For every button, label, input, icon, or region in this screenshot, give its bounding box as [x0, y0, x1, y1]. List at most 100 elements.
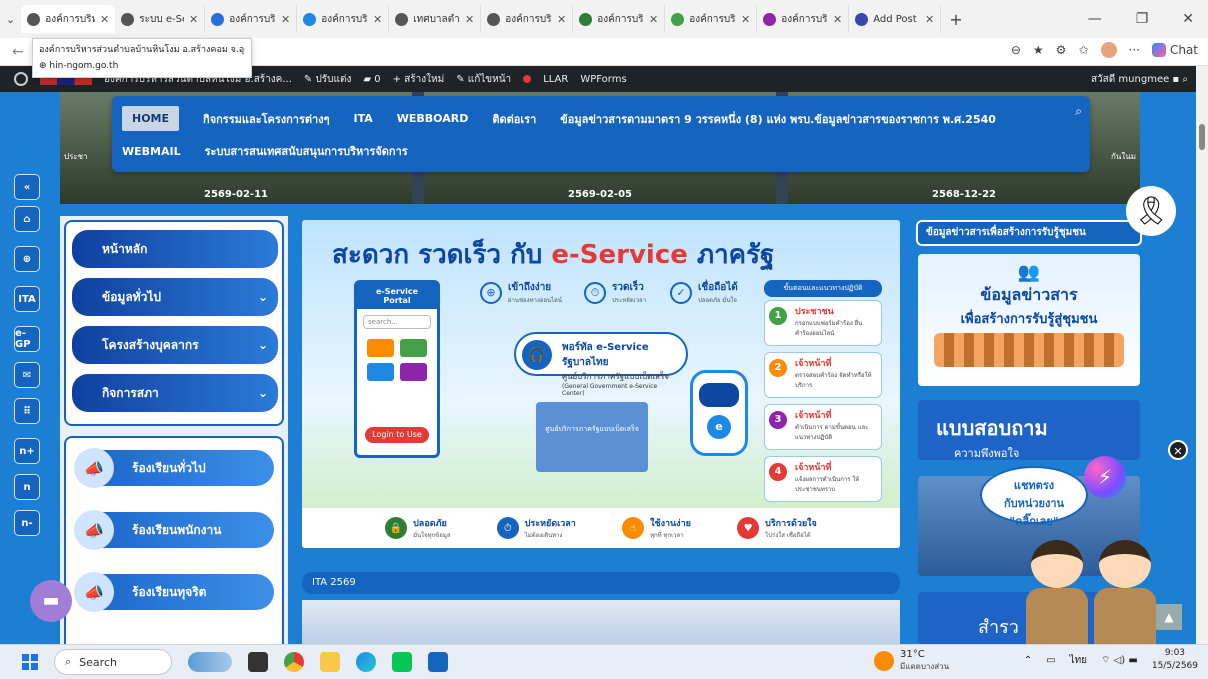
side-quick-button[interactable]: n+ [14, 438, 40, 464]
taskbar-notes-icon[interactable] [428, 652, 448, 672]
wp-edit-link[interactable]: ✎ แก้ไขหน้า [456, 72, 511, 87]
chat-fab-icon[interactable]: ▬ [30, 580, 72, 622]
menu-item[interactable]: กิจกรรมและโครงการต่างๆ [203, 110, 329, 128]
new-tab-button[interactable]: + [949, 10, 962, 29]
browser-tab[interactable]: ระบบ e-Servic ✕ [115, 5, 206, 33]
complaint-button[interactable]: 📣 ร้องเรียนพนักงาน [74, 510, 274, 550]
extensions-icon[interactable]: ⚙ [1056, 43, 1067, 57]
side-quick-button[interactable]: « [14, 174, 40, 200]
tab-hover-tooltip: องค์การบริหารส่วนตำบลบ้านหินโงม อ.สร้างค… [32, 38, 252, 78]
browser-tab[interactable]: องค์การบริหาร ✕ [665, 5, 758, 33]
tab-close-icon[interactable]: ✕ [373, 13, 382, 26]
more-menu-icon[interactable]: ··· [1129, 43, 1140, 57]
side-quick-button[interactable]: ⌂ [14, 206, 40, 232]
wp-status-icon[interactable] [523, 75, 532, 83]
complaint-button[interactable]: 📣 ร้องเรียนทั่วไป [74, 448, 274, 488]
tray-chevron-icon[interactable]: ⌃ [1024, 655, 1032, 666]
nav-button[interactable]: กิจการสภา ⌄ [72, 374, 278, 412]
community-info-banner[interactable]: 👥 ข้อมูลข่าวสาร เพื่อสร้างการรับรู้สู่ชุ… [918, 254, 1140, 386]
wp-customize-link[interactable]: ✎ ปรับแต่ง [304, 72, 351, 87]
tab-close-icon[interactable]: ✕ [189, 13, 198, 26]
browser-tab[interactable]: องค์การบริหาร ✕ [297, 5, 390, 33]
side-quick-button[interactable]: ⠿ [14, 398, 40, 424]
survey-banner[interactable]: แบบสอบถาม ความพึงพอใจ [918, 400, 1140, 460]
tab-close-icon[interactable]: ✕ [100, 13, 109, 26]
side-quick-button[interactable]: e-GP [14, 326, 40, 352]
back-button[interactable]: ← [12, 44, 24, 60]
taskbar-search[interactable]: ⌕ Search [54, 649, 172, 675]
side-quick-button[interactable]: ⊕ [14, 246, 40, 272]
taskbar-line-icon[interactable] [392, 652, 412, 672]
side-quick-button[interactable]: ITA [14, 286, 40, 312]
menu-item[interactable]: ITA [354, 112, 373, 125]
browser-tab[interactable]: องค์การบริหาร ✕ [21, 5, 116, 33]
favorite-star-icon[interactable]: ★ [1033, 43, 1044, 57]
side-quick-button[interactable]: n [14, 474, 40, 500]
wp-greeting[interactable]: สวัสดี mungmee ▪ ⌕ [1091, 72, 1188, 87]
restore-button[interactable]: ❐ [1136, 11, 1149, 27]
ita-banner-image[interactable] [302, 600, 900, 644]
nav-label: หน้าหลัก [102, 241, 148, 256]
steps-panel: ขั้นตอนและแนวทางปฏิบัติ 1 ประชาชน กรอกแบบฟ… [764, 280, 882, 506]
menu-item[interactable]: ข้อมูลข่าวสารตามมาตรา 9 วรรคหนึ่ง (8) แห… [560, 110, 996, 128]
tab-close-icon[interactable]: ✕ [465, 13, 474, 26]
clock[interactable]: 9:03 15/5/2569 [1152, 647, 1198, 673]
weather-widget[interactable]: 31°C มีแดดบางส่วน [874, 649, 949, 673]
scroll-top-button[interactable]: ▲ [1156, 604, 1182, 630]
menu-item[interactable]: HOME [122, 106, 180, 131]
page-scrollbar[interactable] [1196, 66, 1208, 644]
tab-close-icon[interactable]: ✕ [833, 13, 842, 26]
menu-item[interactable]: WEBBOARD [397, 112, 469, 125]
browser-tab[interactable]: Add Post ‹ แม ✕ [849, 5, 942, 33]
tab-close-icon[interactable]: ✕ [741, 13, 750, 26]
wp-wpforms-link[interactable]: WPForms [580, 74, 626, 85]
portal-login-button: Login to Use [365, 427, 429, 443]
browser-tab[interactable]: องค์การบริหาร ✕ [205, 5, 298, 33]
network-volume-battery-icon[interactable]: ⌔ ◁) ▬ [1101, 654, 1138, 667]
tab-favicon-icon [671, 12, 685, 26]
nav-button[interactable]: ข้อมูลทั่วไป ⌄ [72, 278, 278, 316]
nav-button[interactable]: โครงสร้างบุคลากร ⌄ [72, 326, 278, 364]
browser-tab[interactable]: องค์การบริหาร ✕ [573, 5, 666, 33]
eservice-banner[interactable]: สะดวก รวดเร็ว กับ e-Service ภาครัฐ ⊕ เข้า… [302, 220, 900, 548]
tray-display-icon[interactable]: ▭ [1046, 655, 1055, 666]
profile-avatar[interactable] [1100, 42, 1117, 58]
menu-item[interactable]: ระบบสารสนเทศสนับสนุนการบริหารจัดการ [205, 142, 408, 160]
taskbar-edge-icon[interactable] [356, 652, 376, 672]
wp-llar-link[interactable]: LLAR [543, 74, 568, 85]
tab-close-icon[interactable]: ✕ [925, 13, 934, 26]
browser-tab[interactable]: องค์การบริหาร ✕ [481, 5, 574, 33]
zoom-icon[interactable]: ⊖ [1011, 43, 1021, 57]
copilot-chat-button[interactable]: Chat [1151, 43, 1198, 57]
menu-search-icon[interactable]: ⌕ [1075, 104, 1082, 119]
tab-close-icon[interactable]: ✕ [649, 13, 658, 26]
tab-close-icon[interactable]: ✕ [281, 13, 290, 26]
tab-close-icon[interactable]: ✕ [557, 13, 566, 26]
wp-comments-link[interactable]: ▰ 0 [363, 74, 380, 85]
menu-item[interactable]: ติดต่อเรา [492, 110, 536, 128]
scrollbar-thumb[interactable] [1199, 124, 1205, 150]
side-quick-button[interactable]: ✉ [14, 362, 40, 388]
menu-item[interactable]: WEBMAIL [122, 145, 181, 158]
favorites-icon[interactable]: ✩ [1078, 43, 1088, 57]
language-indicator[interactable]: ไทย [1070, 653, 1087, 668]
taskbar-chrome-icon[interactable] [284, 652, 304, 672]
browser-tab[interactable]: เทศบาลตำบลหิ ✕ [389, 5, 482, 33]
browser-tab[interactable]: องค์การบริหาร ✕ [757, 5, 850, 33]
tab-list-icon[interactable]: ⌄ [6, 13, 15, 26]
minimize-button[interactable]: — [1088, 11, 1102, 27]
start-button[interactable] [22, 654, 38, 670]
close-window-button[interactable]: ✕ [1182, 11, 1194, 27]
tab-label: องค์การบริหาร [689, 13, 736, 25]
complaint-button[interactable]: 📣 ร้องเรียนทุจริต [74, 572, 274, 612]
taskbar-widget-icon[interactable] [188, 652, 232, 672]
messenger-icon[interactable]: ⚡ [1084, 456, 1126, 498]
nav-button[interactable]: หน้าหลัก [72, 230, 278, 268]
taskbar-files-icon[interactable] [320, 652, 340, 672]
wp-new-link[interactable]: + สร้างใหม่ [393, 72, 445, 87]
close-chat-icon[interactable]: ✕ [1168, 440, 1188, 460]
taskbar-taskview-icon[interactable] [248, 652, 268, 672]
direct-chat-bubble[interactable]: แชทตรง กับหน่วยงาน "คลิ๊กเลย" [980, 466, 1088, 528]
wordpress-icon[interactable] [14, 72, 28, 86]
side-quick-button[interactable]: n- [14, 510, 40, 536]
